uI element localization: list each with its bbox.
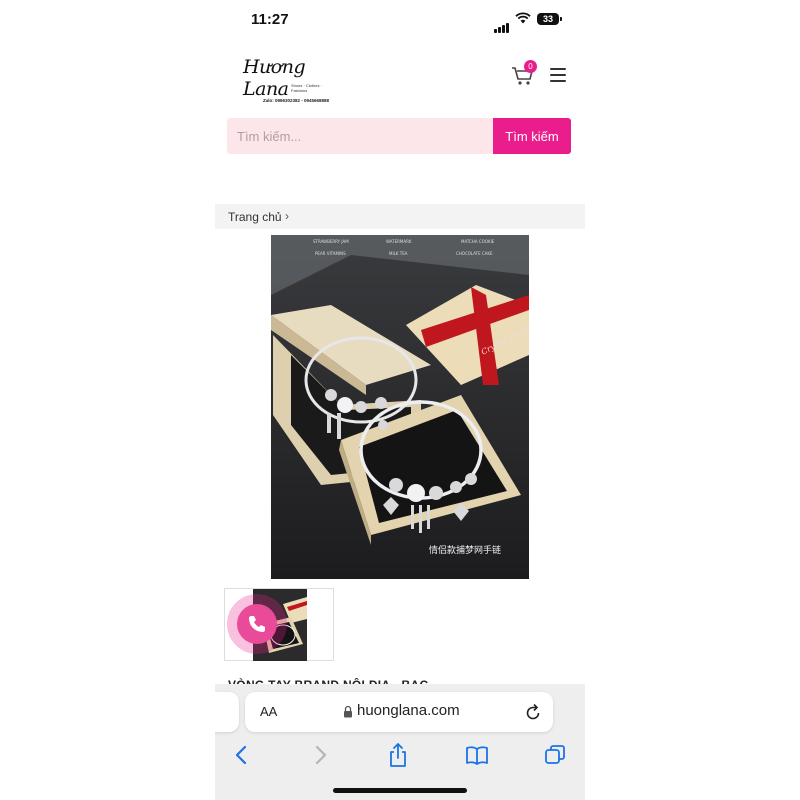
svg-text:MATCHA COOKIE: MATCHA COOKIE <box>461 239 495 244</box>
product-main-image[interactable]: STRAWBERRY JAM WATERMARK MATCHA COOKIE PEA… <box>271 235 529 579</box>
browser-bottom-bar: AA huonglana.com <box>215 684 585 800</box>
previous-tab-peek[interactable] <box>215 692 239 732</box>
back-icon[interactable] <box>229 742 255 768</box>
svg-text:MILK TEA: MILK TEA <box>389 251 408 256</box>
breadcrumb-home-link[interactable]: Trang chủ <box>228 210 282 224</box>
tabs-icon[interactable] <box>542 742 568 768</box>
share-icon[interactable] <box>385 742 411 768</box>
status-bar: 11:27 33 <box>215 0 585 40</box>
browser-toolbar <box>215 740 585 776</box>
call-button-inner <box>237 604 277 644</box>
address-bar[interactable]: AA huonglana.com <box>245 692 553 732</box>
home-indicator <box>333 788 467 793</box>
phone-icon <box>249 616 265 632</box>
battery-icon: 33 <box>537 13 562 25</box>
svg-text:STRAWBERRY JAM: STRAWBERRY JAM <box>313 239 349 244</box>
cellular-signal-icon <box>494 15 510 33</box>
search-form: Tìm kiếm <box>227 118 571 154</box>
cart-count-badge: 0 <box>524 60 537 73</box>
logo-tagline: Shoes · Clothes · Fashions <box>291 83 322 93</box>
image-corner-text: 情侣款捕梦网手链 <box>429 544 501 556</box>
site-logo[interactable]: Hương Lana Shoes · Clothes · Fashions Za… <box>243 56 333 106</box>
wifi-icon <box>515 12 531 24</box>
bookmarks-icon[interactable] <box>464 742 490 768</box>
reload-icon[interactable] <box>525 703 541 721</box>
forward-icon[interactable] <box>307 742 333 768</box>
floating-call-button[interactable] <box>227 594 287 654</box>
svg-text:WATERMARK: WATERMARK <box>386 239 412 244</box>
search-input[interactable] <box>227 118 493 154</box>
phone-screen: 11:27 33 Hương Lana Shoes · Clothes · Fa… <box>215 0 585 800</box>
url-text: huonglana.com <box>357 702 460 719</box>
product-photo-illustration: STRAWBERRY JAM WATERMARK MATCHA COOKIE PEA… <box>271 235 529 579</box>
status-time: 11:27 <box>251 11 289 28</box>
lock-icon <box>344 705 352 718</box>
search-button[interactable]: Tìm kiếm <box>493 118 571 154</box>
svg-text:PEAR VITAMINS: PEAR VITAMINS <box>315 251 346 256</box>
hamburger-menu-icon[interactable] <box>550 68 566 82</box>
logo-contact: Zalo: 0966302382 - 0945668888 <box>263 98 330 103</box>
logo-script-text: Hương Lana <box>243 56 306 100</box>
breadcrumb: Trang chủ › <box>215 204 585 229</box>
text-size-button[interactable]: AA <box>260 704 277 719</box>
breadcrumb-separator: › <box>285 209 289 223</box>
svg-text:CHOCOLATE CAKE: CHOCOLATE CAKE <box>456 251 493 256</box>
